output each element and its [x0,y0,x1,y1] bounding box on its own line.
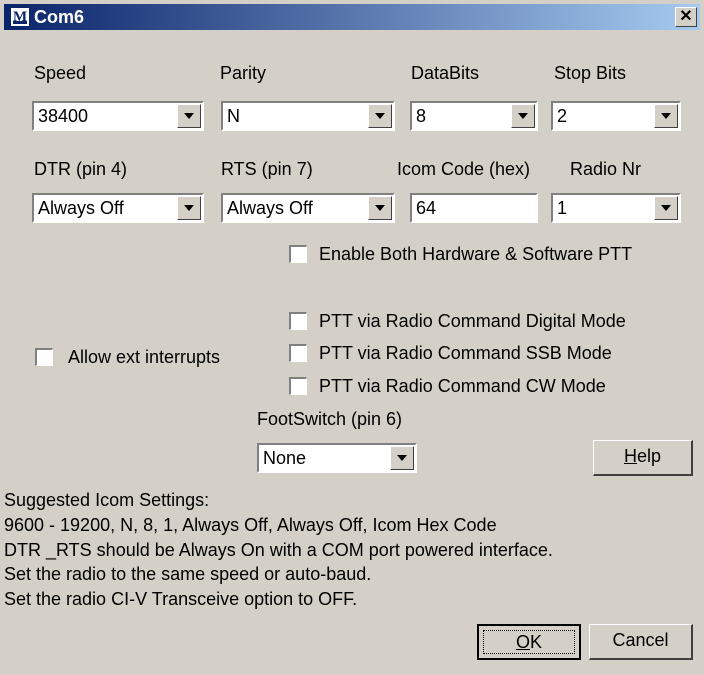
enable-both-ptt-checkbox[interactable] [289,245,307,263]
enable-both-ptt-label[interactable]: Enable Both Hardware & Software PTT [319,244,632,264]
footswitch-dropdown-arrow[interactable] [390,446,414,470]
close-button[interactable]: ✕ [675,7,697,27]
stopbits-label: Stop Bits [554,63,627,83]
cancel-button-label: Cancel [612,630,669,650]
suggested-line-2: DTR _RTS should be Always On with a COM … [4,540,553,560]
com-settings-dialog: M Com6 ✕ Speed Parity DataBits Stop Bits… [0,0,704,675]
speed-label: Speed [34,63,87,83]
stopbits-value: 2 [557,106,568,126]
suggested-heading: Suggested Icom Settings: [4,490,210,510]
radio-nr-select[interactable]: 1 [551,193,681,223]
ok-button[interactable]: OK [477,624,581,660]
icom-code-input[interactable]: 64 [410,193,538,223]
window-title: Com6 [34,7,85,27]
suggested-line-4: Set the radio CI-V Transceive option to … [4,589,358,609]
chevron-down-icon [375,113,385,119]
databits-value: 8 [416,106,427,126]
ptt-cw-label[interactable]: PTT via Radio Command CW Mode [319,376,606,396]
help-button-label: elp [636,446,662,466]
stopbits-dropdown-arrow[interactable] [654,104,678,128]
radio-nr-value: 1 [557,198,568,218]
help-button[interactable]: Help [593,440,693,476]
allow-ext-interrupts-checkbox[interactable] [35,348,53,366]
ptt-digital-label[interactable]: PTT via Radio Command Digital Mode [319,311,626,331]
title-bar[interactable]: M Com6 ✕ [4,4,700,30]
rts-value: Always Off [227,198,313,218]
databits-label: DataBits [411,63,480,83]
dtr-dropdown-arrow[interactable] [177,196,201,220]
cancel-button[interactable]: Cancel [589,624,693,660]
radio-nr-dropdown-arrow[interactable] [654,196,678,220]
databits-dropdown-arrow[interactable] [511,104,535,128]
dtr-label: DTR (pin 4) [34,159,128,179]
ptt-cw-checkbox[interactable] [289,377,307,395]
parity-value: N [227,106,240,126]
rts-select[interactable]: Always Off [221,193,395,223]
ptt-ssb-label[interactable]: PTT via Radio Command SSB Mode [319,343,612,363]
parity-select[interactable]: N [221,101,395,131]
chevron-down-icon [184,205,194,211]
icom-code-value: 64 [416,198,437,218]
radio-nr-label: Radio Nr [570,159,642,179]
chevron-down-icon [661,113,671,119]
rts-dropdown-arrow[interactable] [368,196,392,220]
parity-dropdown-arrow[interactable] [368,104,392,128]
app-logo-icon: M [10,7,30,27]
help-button-accel: H [623,446,637,466]
parity-label: Parity [220,63,267,83]
footswitch-value: None [263,448,307,468]
icom-code-label: Icom Code (hex) [397,159,531,179]
chevron-down-icon [397,455,407,461]
suggested-line-3: Set the radio to the same speed or auto-… [4,564,372,584]
dtr-value: Always Off [38,198,124,218]
focus-rectangle [483,630,575,654]
chevron-down-icon [184,113,194,119]
speed-select[interactable]: 38400 [32,101,204,131]
suggested-line-1: 9600 - 19200, N, 8, 1, Always Off, Alway… [4,515,497,535]
allow-ext-interrupts-label[interactable]: Allow ext interrupts [68,347,220,367]
speed-value: 38400 [38,106,89,126]
footswitch-select[interactable]: None [257,443,417,473]
chevron-down-icon [375,205,385,211]
speed-dropdown-arrow[interactable] [177,104,201,128]
stopbits-select[interactable]: 2 [551,101,681,131]
close-icon: ✕ [679,8,693,25]
footswitch-label: FootSwitch (pin 6) [257,409,403,429]
databits-select[interactable]: 8 [410,101,538,131]
ptt-ssb-checkbox[interactable] [289,344,307,362]
rts-label: RTS (pin 7) [221,159,313,179]
chevron-down-icon [661,205,671,211]
dtr-select[interactable]: Always Off [32,193,204,223]
ptt-digital-checkbox[interactable] [289,312,307,330]
chevron-down-icon [518,113,528,119]
